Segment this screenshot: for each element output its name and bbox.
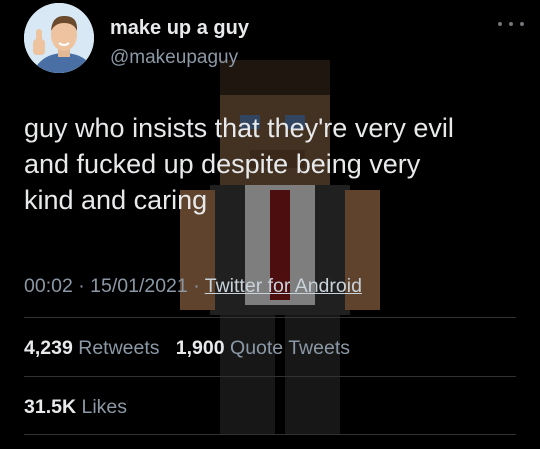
retweets-stat[interactable]: 4,239 Retweets	[24, 337, 165, 359]
tweet-time[interactable]: 00:02	[24, 275, 73, 297]
avatar-photo-icon	[24, 3, 94, 73]
dot	[498, 22, 502, 26]
retweet-stats-row: 4,239 Retweets 1,900 Quote Tweets	[24, 337, 350, 360]
tweet-text-line: and fucked up despite being very	[24, 149, 421, 179]
meta-separator: ·	[193, 275, 200, 297]
likes-stat[interactable]: 31.5K Likes	[24, 396, 127, 418]
retweets-count: 4,239	[24, 337, 73, 359]
author-display-name[interactable]: make up a guy	[110, 17, 249, 40]
tweet-source-link[interactable]: Twitter for Android	[205, 275, 362, 297]
tweet-date[interactable]: 15/01/2021	[90, 275, 188, 297]
tweet-card: make up a guy @makeupaguy guy who insist…	[0, 0, 540, 449]
divider	[24, 317, 516, 318]
tweet-text-line: kind and caring	[24, 185, 208, 215]
quote-tweets-count: 1,900	[175, 337, 225, 359]
tweet-text-line: guy who insists that they're very evil	[24, 113, 454, 143]
author-handle[interactable]: @makeupaguy	[110, 47, 238, 69]
meta-separator: ·	[78, 275, 85, 297]
dot	[509, 22, 513, 26]
quote-tweets-label: Quote Tweets	[230, 337, 350, 359]
avatar[interactable]	[24, 3, 94, 73]
tweet-meta: 00:02 · 15/01/2021 · Twitter for Android	[24, 275, 362, 298]
quote-tweets-stat[interactable]: 1,900 Quote Tweets	[176, 337, 350, 359]
divider	[24, 376, 516, 377]
tweet-text: guy who insists that they're very evil a…	[24, 110, 524, 218]
likes-label: Likes	[81, 396, 127, 418]
likes-stats-row: 31.5K Likes	[24, 396, 127, 419]
divider	[24, 434, 516, 435]
likes-count: 31.5K	[24, 396, 77, 418]
more-options-icon[interactable]	[498, 16, 524, 32]
retweets-label: Retweets	[78, 337, 160, 359]
dot	[520, 22, 524, 26]
